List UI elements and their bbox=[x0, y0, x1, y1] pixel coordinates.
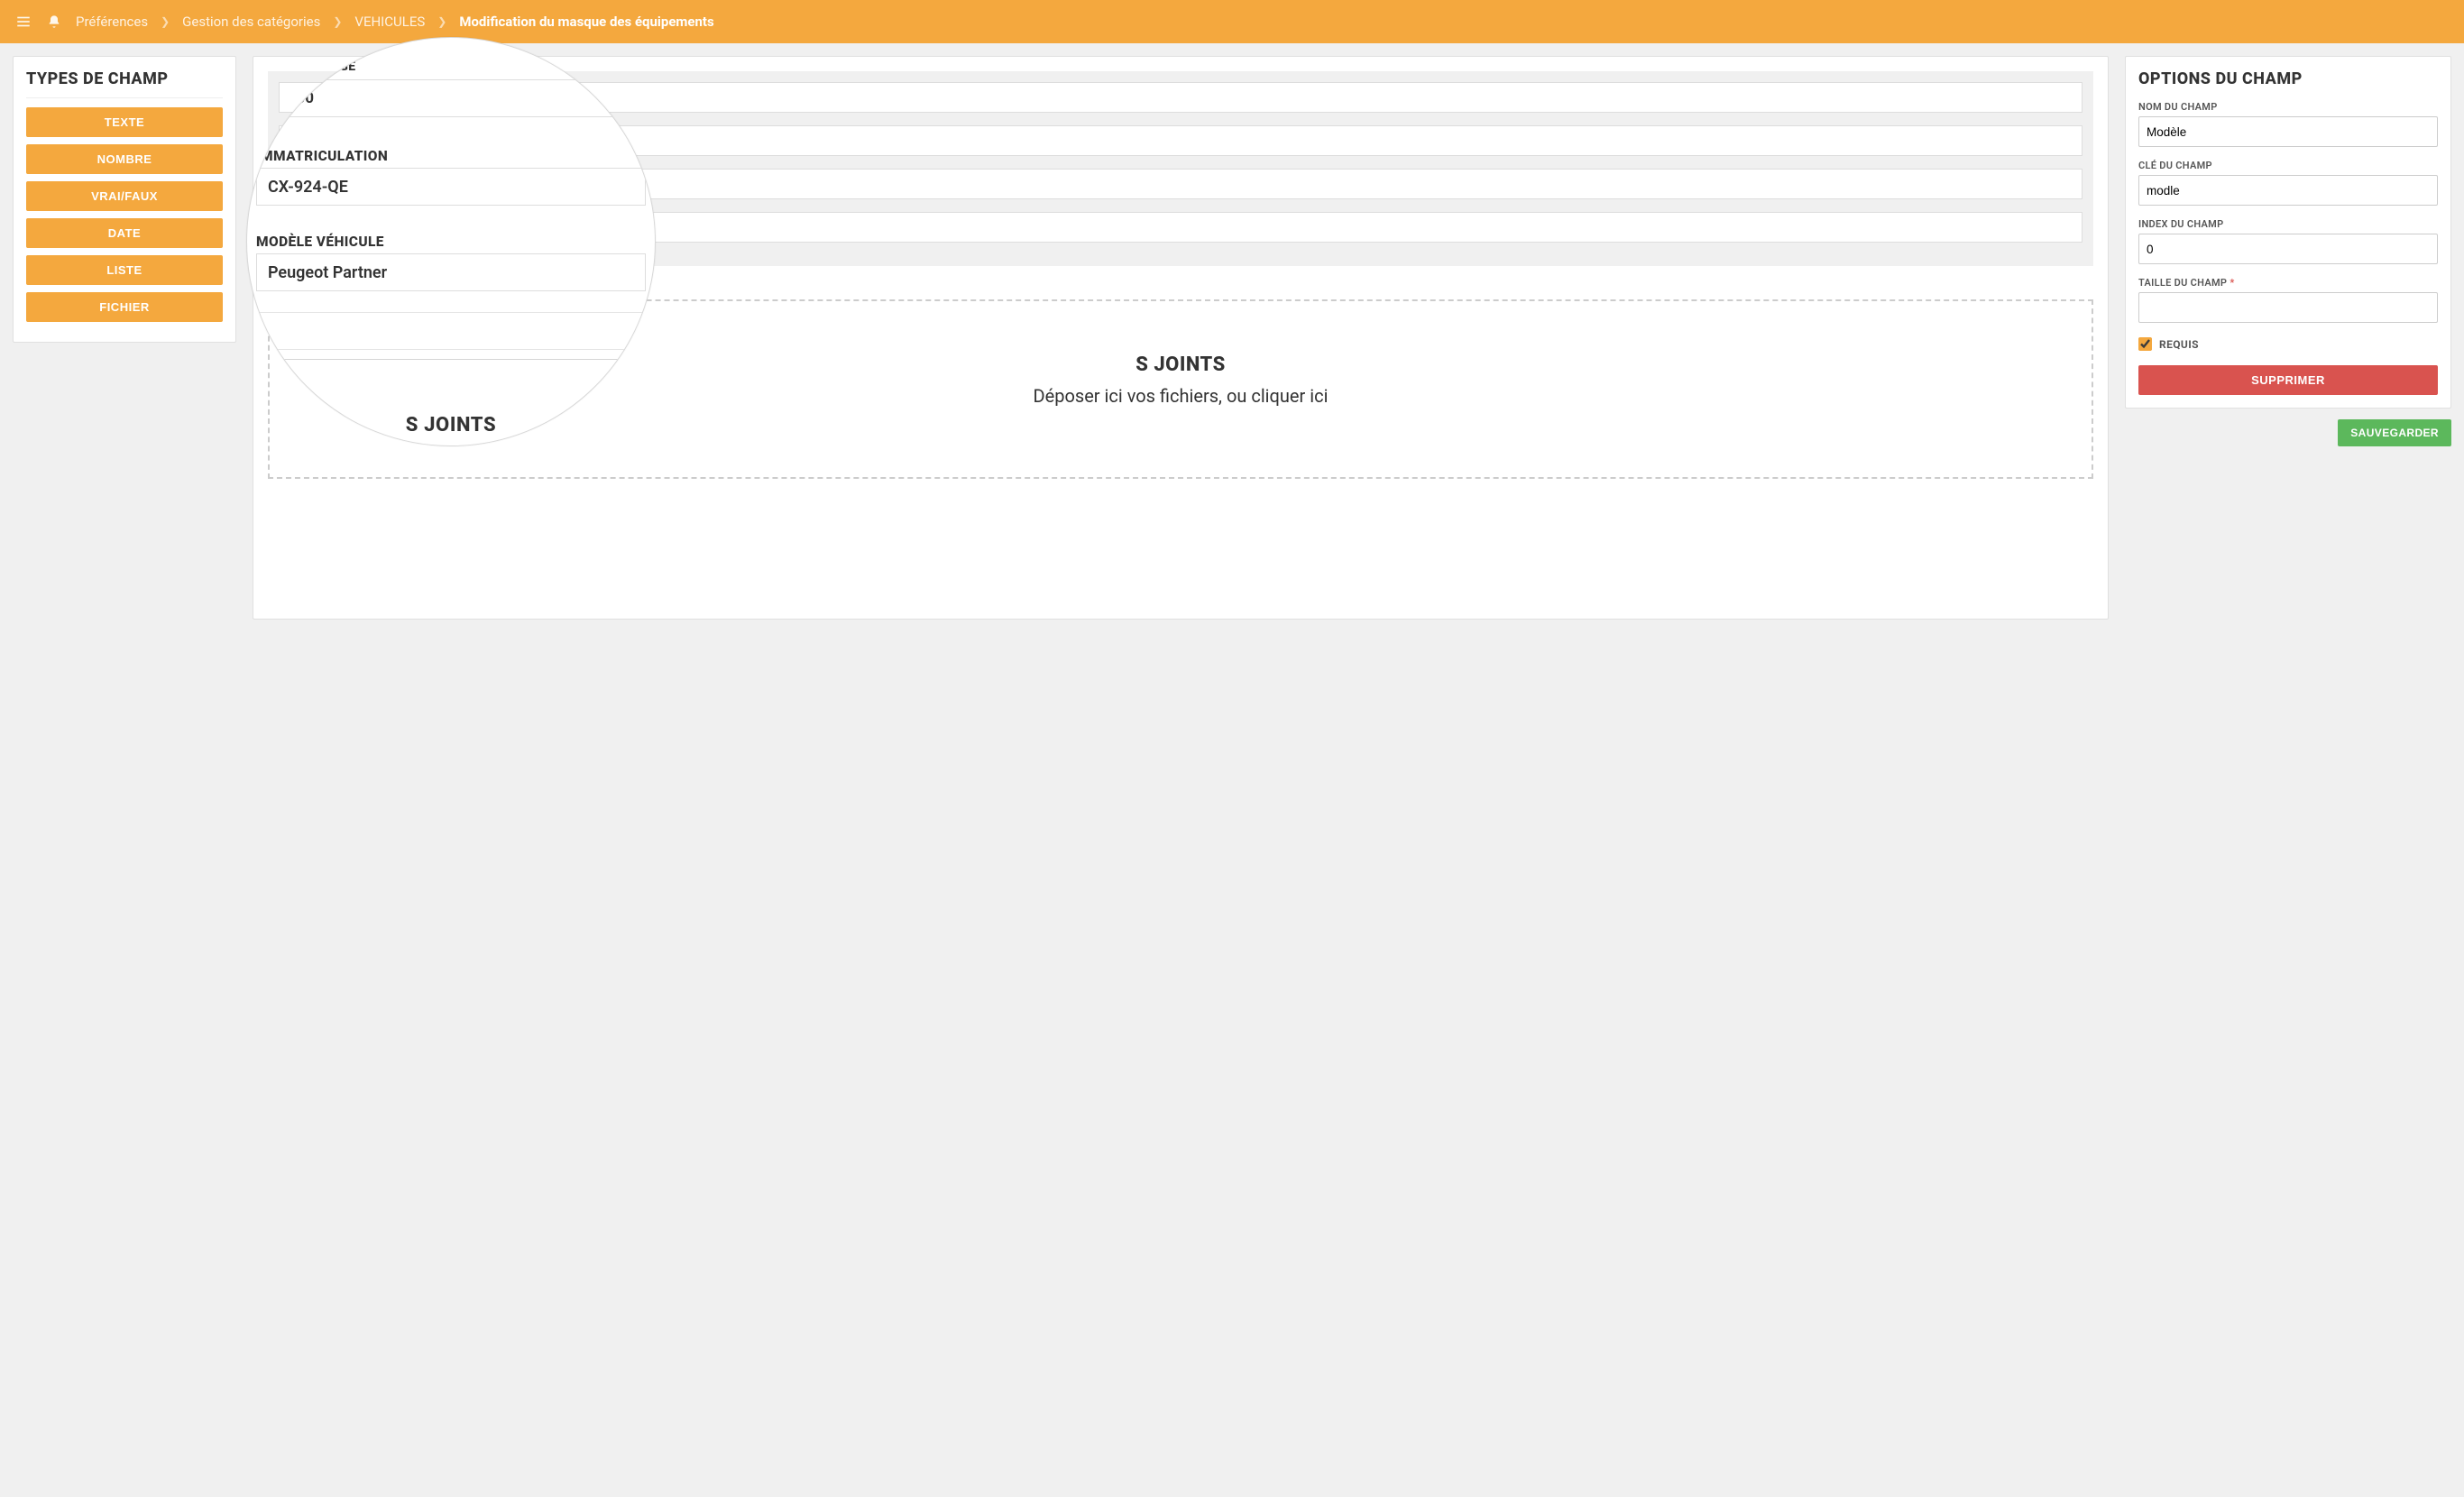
breadcrumb: Préférences ❯ Gestion des catégories ❯ V… bbox=[76, 14, 714, 30]
delete-button[interactable]: SUPPRIMER bbox=[2138, 365, 2438, 395]
mask-form-section bbox=[268, 71, 2093, 266]
topbar: Préférences ❯ Gestion des catégories ❯ V… bbox=[0, 0, 2464, 43]
nom-champ-label: NOM DU CHAMP bbox=[2138, 101, 2438, 113]
modele-vehicule-input[interactable] bbox=[279, 169, 2082, 199]
taille-champ-input[interactable] bbox=[2138, 292, 2438, 323]
breadcrumb-current: Modification du masque des équipements bbox=[459, 14, 713, 30]
field-modele-vehicule bbox=[279, 169, 2082, 199]
type-texte-button[interactable]: TEXTE bbox=[26, 107, 223, 137]
sidebar-title: TYPES DE CHAMP bbox=[26, 69, 223, 98]
requis-label: REQUIS bbox=[2159, 338, 2199, 351]
field-kilometrage bbox=[279, 82, 2082, 113]
type-date-button[interactable]: DATE bbox=[26, 218, 223, 248]
mask-editor-panel: NOUVE S JOINTS Déposer ici vos fichiers,… bbox=[253, 56, 2109, 620]
cle-champ-label: CLÉ DU CHAMP bbox=[2138, 160, 2438, 171]
immatriculation-input[interactable] bbox=[279, 125, 2082, 156]
menu-icon[interactable] bbox=[14, 13, 32, 31]
type-liste-button[interactable]: LISTE bbox=[26, 255, 223, 285]
field-extra bbox=[279, 212, 2082, 243]
chevron-right-icon: ❯ bbox=[333, 15, 342, 28]
bell-icon[interactable] bbox=[45, 13, 63, 31]
dropzone-hint: Déposer ici vos fichiers, ou cliquer ici bbox=[288, 385, 2073, 407]
index-champ-input[interactable] bbox=[2138, 234, 2438, 264]
save-button[interactable]: SAUVEGARDER bbox=[2338, 419, 2451, 446]
type-fichier-button[interactable]: FICHIER bbox=[26, 292, 223, 322]
field-immatriculation bbox=[279, 125, 2082, 156]
nom-champ-input[interactable] bbox=[2138, 116, 2438, 147]
chevron-right-icon: ❯ bbox=[437, 15, 446, 28]
file-dropzone[interactable]: S JOINTS Déposer ici vos fichiers, ou cl… bbox=[268, 299, 2093, 479]
field-options-panel: OPTIONS DU CHAMP NOM DU CHAMP CLÉ DU CHA… bbox=[2125, 56, 2451, 409]
dropzone-title: S JOINTS bbox=[288, 354, 2073, 376]
taille-champ-label: TAILLE DU CHAMP * bbox=[2138, 277, 2438, 289]
index-champ-label: INDEX DU CHAMP bbox=[2138, 218, 2438, 230]
breadcrumb-categories[interactable]: Gestion des catégories bbox=[182, 14, 320, 30]
cle-champ-input[interactable] bbox=[2138, 175, 2438, 206]
type-nombre-button[interactable]: NOMBRE bbox=[26, 144, 223, 174]
breadcrumb-vehicules[interactable]: VEHICULES bbox=[354, 14, 425, 30]
new-section-label: NOUVE bbox=[273, 282, 2093, 294]
extra-input[interactable] bbox=[279, 212, 2082, 243]
kilometrage-input[interactable] bbox=[279, 82, 2082, 113]
options-title: OPTIONS DU CHAMP bbox=[2138, 69, 2438, 88]
type-vraifaux-button[interactable]: VRAI/FAUX bbox=[26, 181, 223, 211]
chevron-right-icon: ❯ bbox=[161, 15, 170, 28]
requis-checkbox[interactable] bbox=[2138, 337, 2152, 351]
breadcrumb-preferences[interactable]: Préférences bbox=[76, 14, 148, 30]
requis-row: REQUIS bbox=[2138, 337, 2438, 351]
sidebar-field-types: TYPES DE CHAMP TEXTE NOMBRE VRAI/FAUX DA… bbox=[13, 56, 236, 343]
